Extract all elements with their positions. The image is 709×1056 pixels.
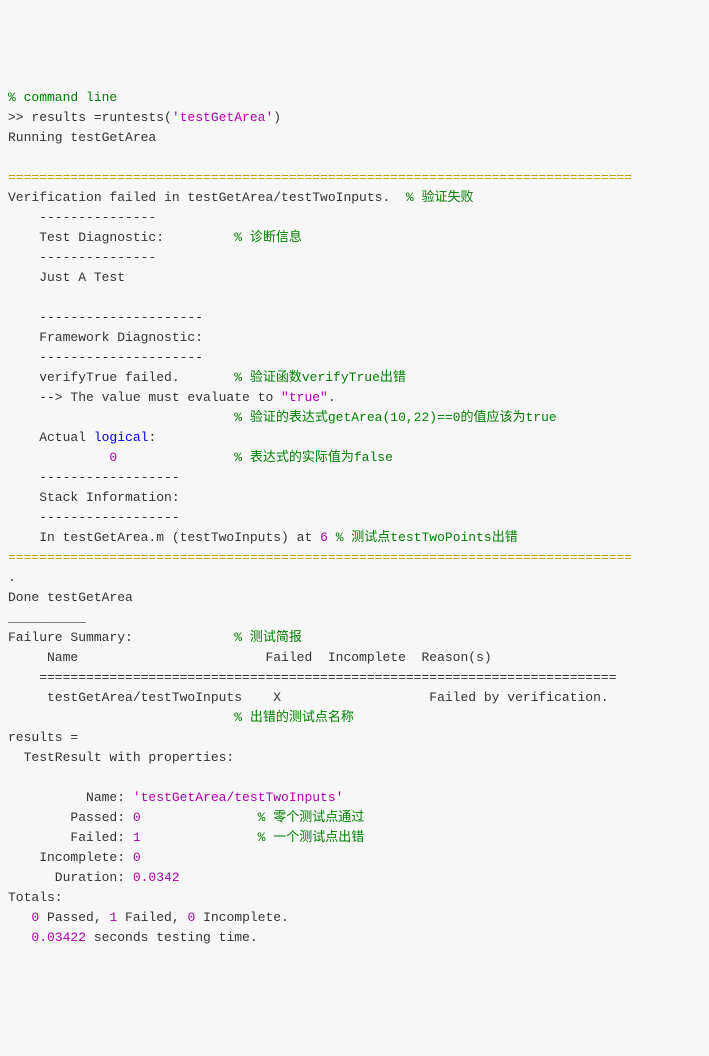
dash-rule: ---------------: [8, 210, 156, 225]
comment: % 诊断信息: [234, 230, 302, 245]
number-value: 0: [133, 810, 141, 825]
done-line: Done testGetArea: [8, 590, 133, 605]
verification-failed-line: Verification failed in testGetArea/testT…: [8, 190, 473, 205]
actual-value-line: 0 % 表达式的实际值为false: [8, 450, 393, 465]
prop-name: Name: 'testGetArea/testTwoInputs': [8, 790, 343, 805]
actual-logical-line: Actual logical:: [8, 430, 156, 445]
divider-line: ========================================…: [8, 170, 632, 185]
string-literal: 'testGetArea/testTwoInputs': [133, 790, 344, 805]
dash-rule: ---------------------: [8, 350, 203, 365]
totals-header: Totals:: [8, 890, 63, 905]
value-must-true: --> The value must evaluate to "true".: [8, 390, 336, 405]
comment: % 一个测试点出错: [258, 830, 365, 845]
prop-passed: Passed: 0 % 零个测试点通过: [8, 810, 364, 825]
number-value: 1: [109, 910, 117, 925]
number-value: 0.03422: [31, 930, 86, 945]
comment: % 测试点testTwoPoints出错: [336, 530, 518, 545]
totals-counts: 0 Passed, 1 Failed, 0 Incomplete.: [8, 910, 289, 925]
dash-rule: ------------------: [8, 470, 180, 485]
comment: % 零个测试点通过: [258, 810, 365, 825]
dot-line: .: [8, 570, 16, 585]
number-value: 0: [31, 910, 39, 925]
dash-rule: ---------------------: [8, 310, 203, 325]
prop-failed: Failed: 1 % 一个测试点出错: [8, 830, 364, 845]
matlab-command-window: % command line >> results =runtests('tes…: [8, 88, 701, 948]
testresult-header: TestResult with properties:: [8, 750, 234, 765]
summary-columns: Name Failed Incomplete Reason(s): [8, 650, 492, 665]
diagnostic-message: Just A Test: [8, 270, 125, 285]
summary-row: testGetArea/testTwoInputs X Failed by ve…: [8, 690, 609, 705]
failure-summary-header: Failure Summary: % 测试简报: [8, 630, 302, 645]
summary-divider: ========================================…: [8, 670, 617, 685]
results-assign: results =: [8, 730, 78, 745]
comment: % 验证函数verifyTrue出错: [234, 370, 406, 385]
comment: % 测试简报: [234, 630, 302, 645]
comment-line: % 出错的测试点名称: [8, 710, 354, 725]
string-literal: "true": [281, 390, 328, 405]
dash-rule: ---------------: [8, 250, 156, 265]
string-literal: 'testGetArea': [172, 110, 273, 125]
divider-line: ========================================…: [8, 550, 632, 565]
framework-diagnostic-header: Framework Diagnostic:: [8, 330, 203, 345]
output-text: Running testGetArea: [8, 130, 156, 145]
number-value: 1: [133, 830, 141, 845]
comment: % 出错的测试点名称: [234, 710, 354, 725]
prompt-line: >> results =runtests('testGetArea'): [8, 110, 281, 125]
comment: % 验证的表达式getArea(10,22)==0的值应该为true: [234, 410, 556, 425]
number-value: 0: [187, 910, 195, 925]
keyword-logical: logical: [94, 430, 149, 445]
comment: % 验证失败: [406, 190, 474, 205]
comment: % 表达式的实际值为false: [234, 450, 393, 465]
totals-time: 0.03422 seconds testing time.: [8, 930, 258, 945]
stack-info-line: In testGetArea.m (testTwoInputs) at 6 % …: [8, 530, 518, 545]
dash-rule: ------------------: [8, 510, 180, 525]
line-number: 6: [320, 530, 328, 545]
stack-info-header: Stack Information:: [8, 490, 180, 505]
test-diagnostic-header: Test Diagnostic: % 诊断信息: [8, 230, 302, 245]
underline: __________: [8, 610, 86, 625]
comment: % command line: [8, 90, 117, 105]
prop-duration: Duration: 0.0342: [8, 870, 180, 885]
number-value: 0.0342: [133, 870, 180, 885]
verify-failed-line: verifyTrue failed. % 验证函数verifyTrue出错: [8, 370, 406, 385]
comment-line: % 验证的表达式getArea(10,22)==0的值应该为true: [8, 410, 557, 425]
